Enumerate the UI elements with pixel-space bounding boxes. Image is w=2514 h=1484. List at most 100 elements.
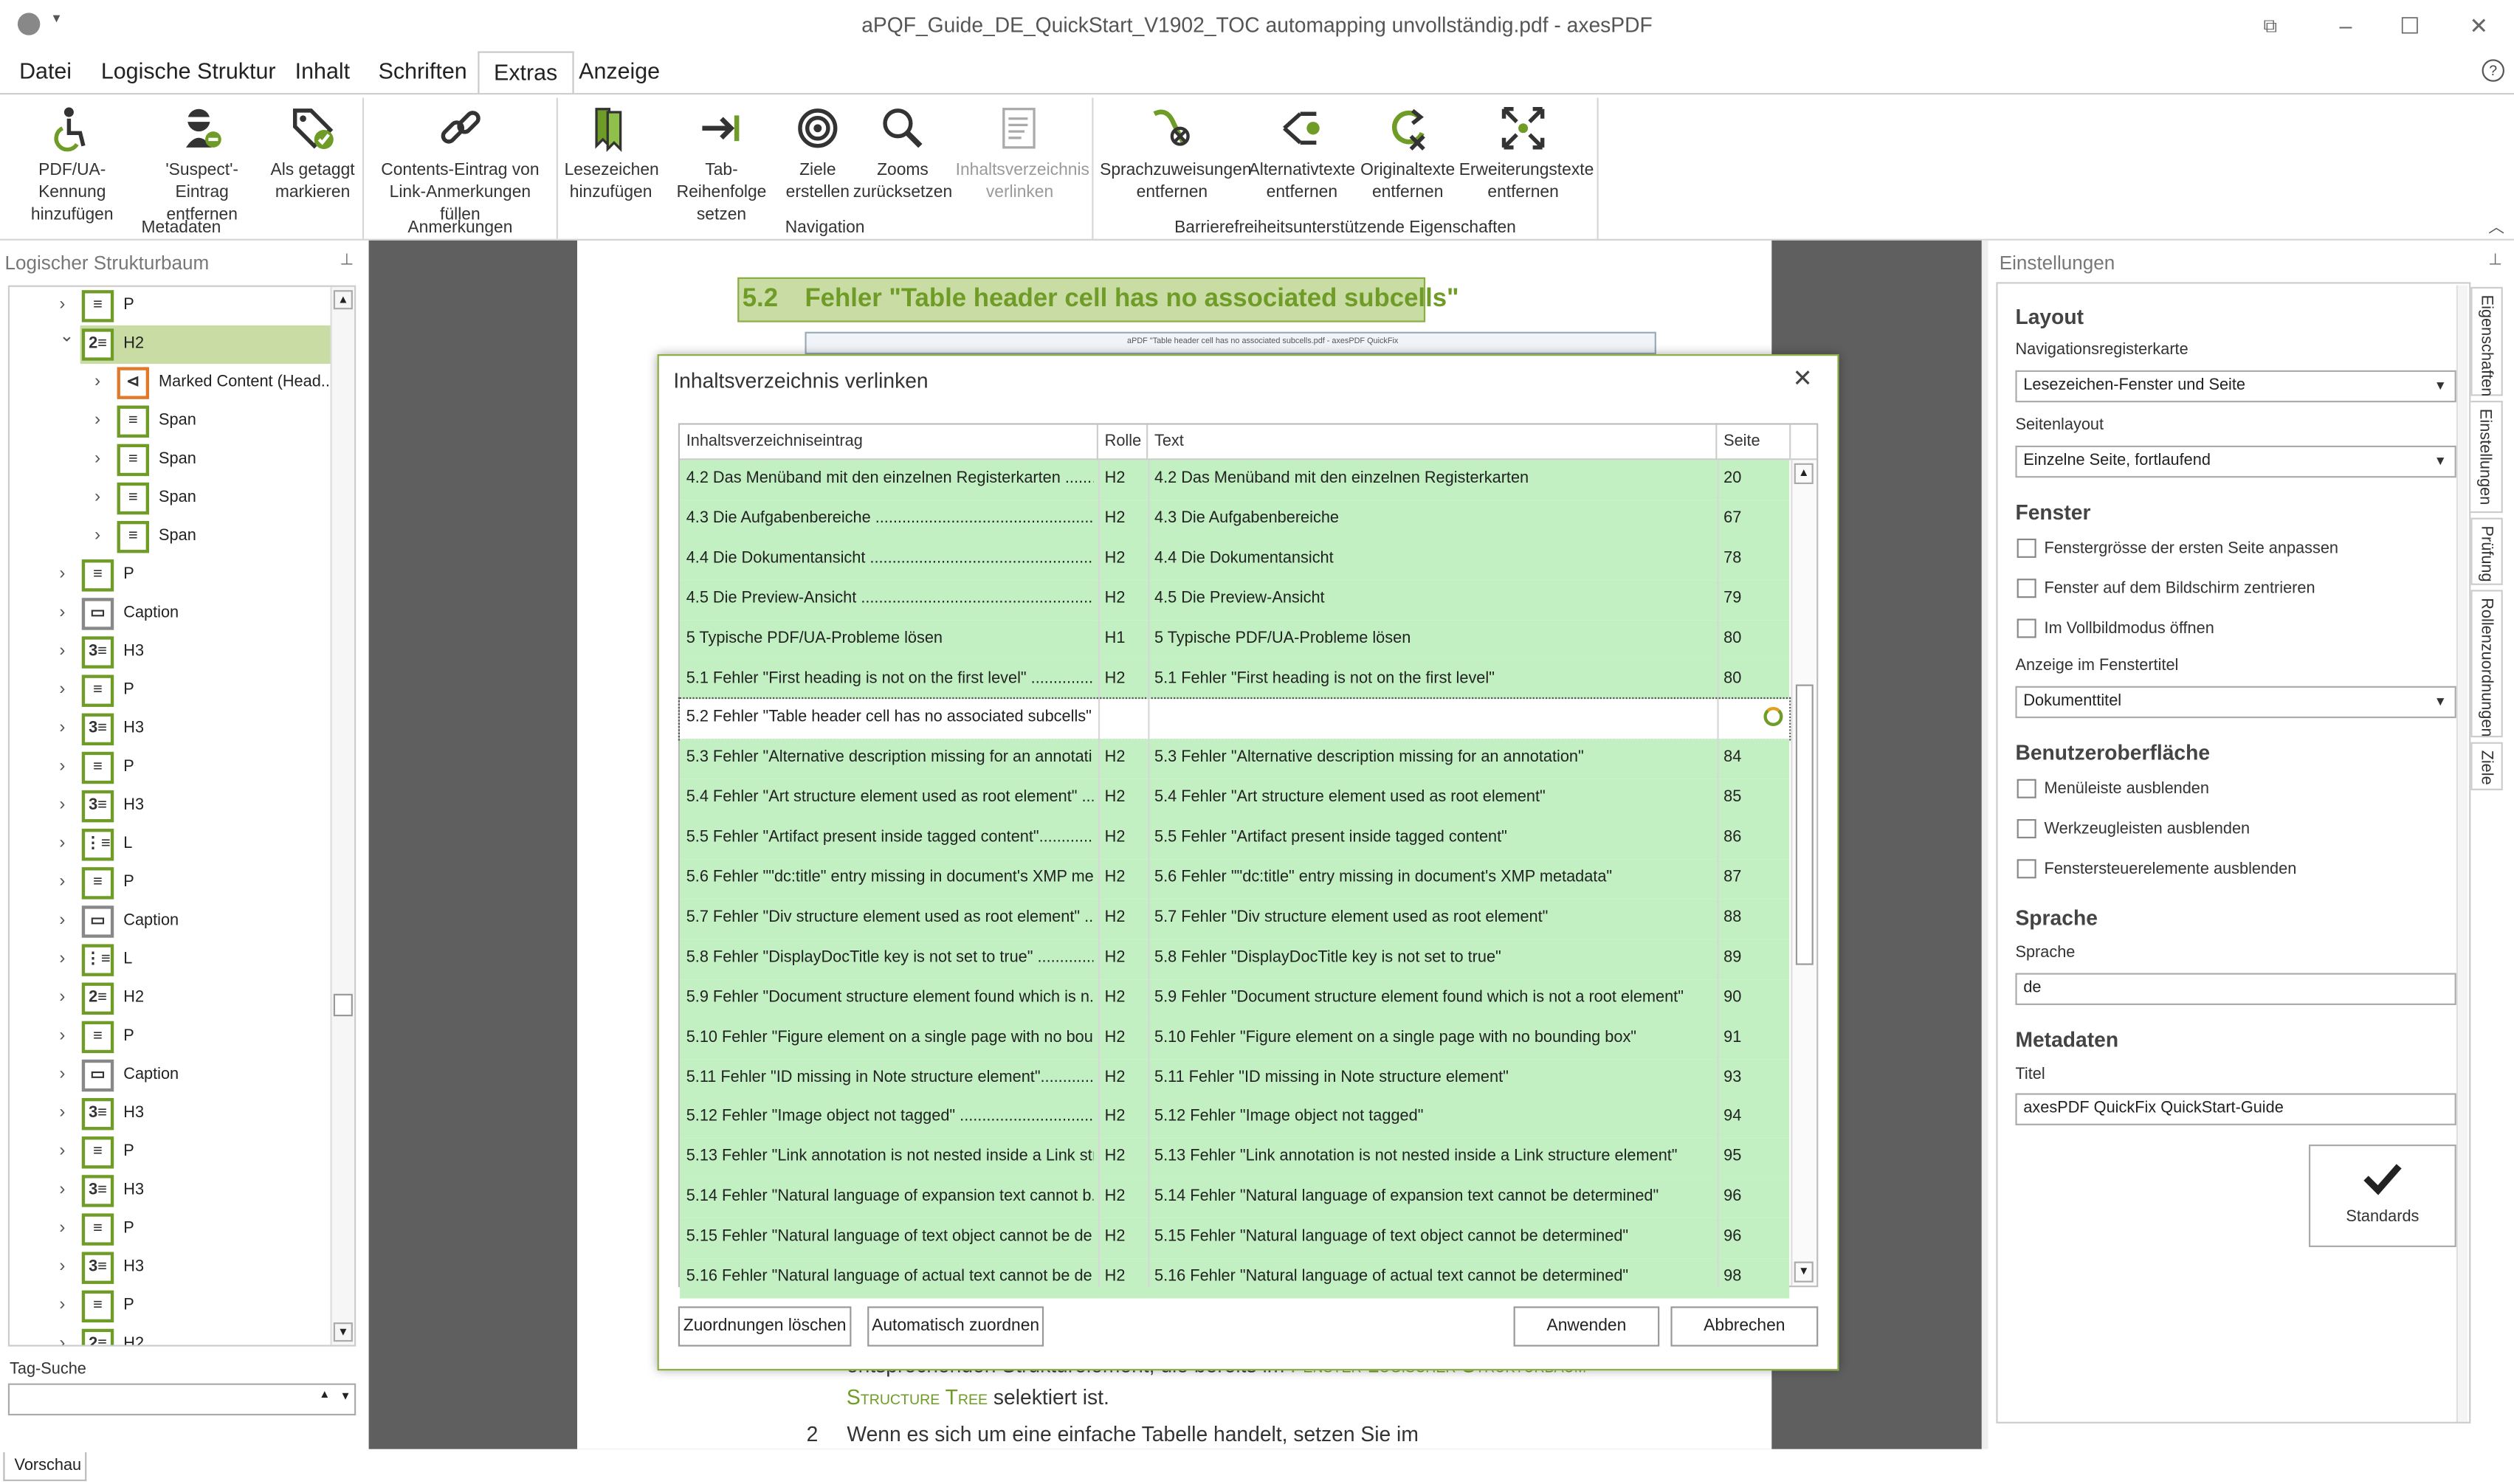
menu-datei[interactable]: Datei <box>19 58 72 83</box>
tree-item[interactable]: › 3≡ H3 <box>10 633 330 672</box>
chevron-right-icon[interactable]: › <box>94 372 100 391</box>
toc-row[interactable]: 5.2 Fehler "Table header cell has no ass… <box>678 697 1791 742</box>
chevron-right-icon[interactable]: › <box>59 1180 65 1199</box>
link-toc-button[interactable]: Inhaltsverzeichnis verlinken <box>956 104 1089 204</box>
title-input[interactable]: axesPDF QuickFix QuickStart-Guide <box>2015 1093 2456 1125</box>
toc-row[interactable]: 5.1 Fehler "First heading is not on the … <box>680 659 1790 700</box>
toc-row[interactable]: 5 Typische PDF/UA-Probleme lösen H1 5 Typi… <box>680 619 1790 660</box>
column-header-page[interactable]: Seite <box>1717 424 1791 460</box>
column-header-entry[interactable]: Inhaltsverzeichniseintrag <box>680 424 1098 460</box>
tree-item[interactable]: › 3≡ H3 <box>10 710 330 748</box>
tab-rollenzuordnungen[interactable]: Rollenzuordnungen <box>2470 590 2503 738</box>
chevron-right-icon[interactable]: › <box>59 1102 65 1122</box>
remove-original-text-button[interactable]: Originaltexte entfernen <box>1360 104 1456 204</box>
chevron-right-icon[interactable]: › <box>59 911 65 930</box>
chevron-right-icon[interactable]: › <box>59 1064 65 1083</box>
tree-item[interactable]: › ≡ Span <box>10 479 330 517</box>
tree-item[interactable]: › 2≡ H2 <box>10 979 330 1018</box>
tree-item[interactable]: › ⋮≡ L <box>10 941 330 979</box>
tree-item[interactable]: › 2≡ H2 <box>10 1325 330 1345</box>
menu-schriften[interactable]: Schriften <box>379 58 467 83</box>
tab-ziele[interactable]: Ziele <box>2470 742 2503 790</box>
chevron-right-icon[interactable]: › <box>59 1295 65 1314</box>
apply-button[interactable]: Anwenden <box>1513 1306 1660 1347</box>
dialog-close-icon[interactable]: ✕ <box>1793 364 1813 393</box>
chevron-right-icon[interactable]: › <box>59 1333 65 1345</box>
toc-row[interactable]: 5.5 Fehler "Artifact present inside tagg… <box>680 819 1790 860</box>
pdfua-identifier-button[interactable]: PDF/UA-Kennung hinzufügen <box>8 104 137 226</box>
cancel-button[interactable]: Abbrechen <box>1670 1306 1819 1347</box>
menu-logische-struktur[interactable]: Logische Struktur <box>101 58 276 83</box>
tree-scrollbar[interactable]: ▲ ▼ <box>330 286 355 1345</box>
fill-contents-button[interactable]: Contents-Eintrag von Link-Anmerkungen fül… <box>369 104 552 226</box>
tree-item[interactable]: › ≡ Span <box>10 402 330 441</box>
chevron-right-icon[interactable]: › <box>59 1026 65 1045</box>
tree-item[interactable]: › 3≡ H3 <box>10 1172 330 1210</box>
chevron-right-icon[interactable]: › <box>59 718 65 737</box>
nav-tab-select[interactable]: Lesezeichen-Fenster und Seite ▼ <box>2015 370 2456 403</box>
tab-pruefung[interactable]: Prüfung <box>2470 517 2503 585</box>
tab-einstellungen[interactable]: Einstellungen <box>2470 401 2503 514</box>
chevron-right-icon[interactable]: › <box>59 834 65 853</box>
fit-first-page-checkbox[interactable] <box>2017 538 2036 558</box>
scroll-up-icon[interactable]: ▲ <box>333 290 353 310</box>
toc-row[interactable]: 5.10 Fehler "Figure element on a single … <box>680 1018 1790 1059</box>
create-targets-button[interactable]: Ziele erstellen <box>785 104 850 204</box>
grid-scrollbar[interactable]: ▲ ▼ <box>1791 460 1817 1286</box>
toc-row[interactable]: 5.14 Fehler "Natural language of expansi… <box>680 1178 1790 1219</box>
tree-item[interactable]: › ⋮≡ L <box>10 826 330 864</box>
toc-row[interactable]: 5.9 Fehler "Document structure element f… <box>680 979 1790 1019</box>
column-header-text[interactable]: Text <box>1148 424 1718 460</box>
language-input[interactable]: de <box>2015 973 2456 1005</box>
remove-suspect-button[interactable]: 'Suspect'-Eintrag entfernen <box>141 104 263 226</box>
tree-item[interactable]: › 3≡ H3 <box>10 1095 330 1133</box>
minimize-button[interactable]: – <box>2329 10 2361 41</box>
chevron-down-icon[interactable]: ⌄ <box>59 325 74 346</box>
restore-pane-icon[interactable]: ⧉ <box>2254 10 2286 41</box>
tree-item[interactable]: › ▭ Caption <box>10 903 330 941</box>
chevron-right-icon[interactable]: › <box>59 756 65 776</box>
preview-tab[interactable]: Vorschau <box>3 1452 87 1482</box>
toc-row[interactable]: 5.11 Fehler "ID missing in Note structur… <box>680 1058 1790 1100</box>
maximize-button[interactable]: ☐ <box>2394 10 2425 41</box>
tree-item[interactable]: › ≡ Span <box>10 518 330 556</box>
tree-item[interactable]: › ▭ Caption <box>10 595 330 633</box>
chevron-right-icon[interactable]: › <box>59 1218 65 1238</box>
remove-language-button[interactable]: Sprachzuweisungen entfernen <box>1100 104 1252 204</box>
menu-inhalt[interactable]: Inhalt <box>295 58 350 83</box>
chevron-right-icon[interactable]: › <box>59 1257 65 1276</box>
tab-order-button[interactable]: Tab-Reihenfolge setzen <box>661 104 782 226</box>
toc-row[interactable]: 4.4 Die Dokumentansicht ................… <box>680 539 1790 580</box>
fullscreen-checkbox[interactable] <box>2017 618 2036 638</box>
tree-item[interactable]: › 3≡ H3 <box>10 787 330 826</box>
hide-toolbars-checkbox[interactable] <box>2017 818 2036 839</box>
chevron-right-icon[interactable]: › <box>59 680 65 699</box>
hide-menubar-checkbox[interactable] <box>2017 779 2036 798</box>
toc-row[interactable]: 5.7 Fehler "Div structure element used a… <box>680 899 1790 939</box>
hide-window-controls-checkbox[interactable] <box>2017 859 2036 879</box>
tree-item[interactable]: › 3≡ H3 <box>10 1249 330 1287</box>
chevron-right-icon[interactable]: › <box>94 410 100 429</box>
toc-row[interactable]: 4.5 Die Preview-Ansicht ................… <box>680 579 1790 620</box>
toc-row[interactable]: 5.8 Fehler "DisplayDocTitle key is not s… <box>680 939 1790 979</box>
spin-up-icon[interactable]: ▲ <box>319 1390 330 1401</box>
scroll-up-icon[interactable]: ▲ <box>1794 463 1814 485</box>
chevron-right-icon[interactable]: › <box>59 295 65 314</box>
tab-eigenschaften[interactable]: Eigenschaften <box>2470 286 2503 396</box>
tag-search-input[interactable]: ▲ ▼ <box>7 1383 357 1416</box>
tree-item[interactable]: › ≡ P <box>10 1018 330 1056</box>
toc-row[interactable]: 5.6 Fehler ""dc:title" entry missing in … <box>680 859 1790 900</box>
toc-row[interactable]: 4.3 Die Aufgabenbereiche ...............… <box>680 500 1790 540</box>
scroll-thumb[interactable] <box>1795 684 1814 965</box>
tree-item[interactable]: › ≡ P <box>10 1133 330 1172</box>
column-header-role[interactable]: Rolle <box>1098 424 1148 460</box>
tree-item[interactable]: › ≡ P <box>10 556 330 595</box>
dropdown-icon[interactable]: ▼ <box>340 1391 351 1402</box>
chevron-right-icon[interactable]: › <box>59 872 65 891</box>
toc-row[interactable]: 5.13 Fehler "Link annotation is not nest… <box>680 1138 1790 1179</box>
scroll-down-icon[interactable]: ▼ <box>1794 1261 1814 1283</box>
chevron-right-icon[interactable]: › <box>94 449 100 468</box>
tree-item[interactable]: › ≡ Span <box>10 441 330 479</box>
chevron-right-icon[interactable]: › <box>59 987 65 1007</box>
help-icon[interactable]: ? <box>2482 59 2504 82</box>
